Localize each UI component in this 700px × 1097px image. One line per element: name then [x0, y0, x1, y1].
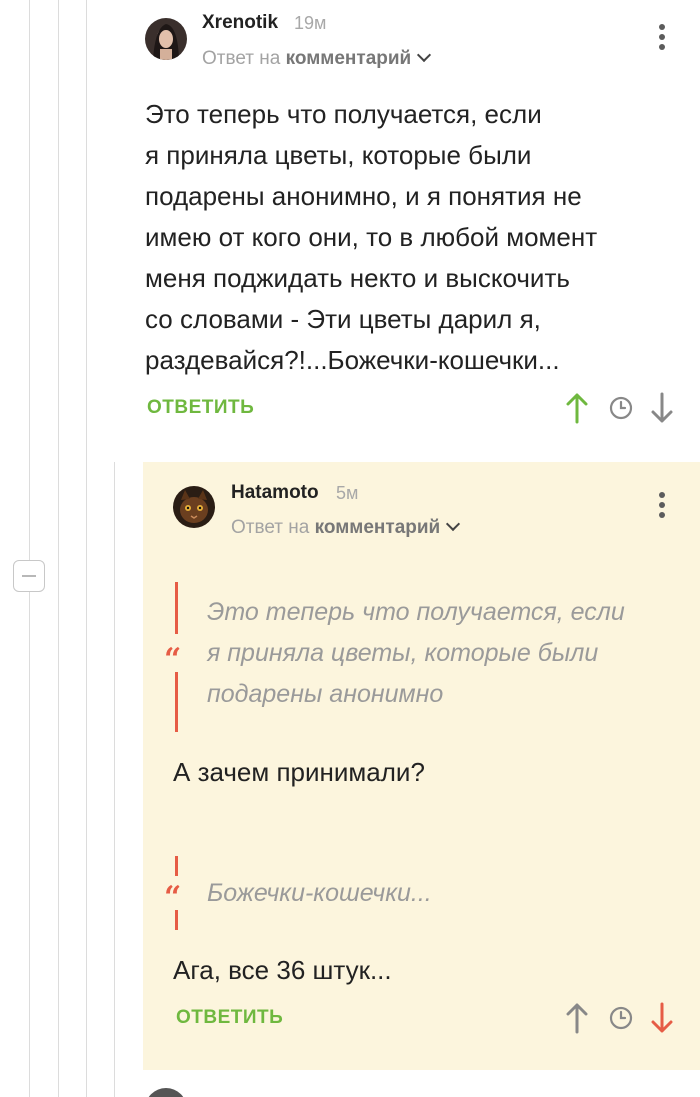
clock-icon[interactable]	[609, 396, 633, 420]
reply-to-link[interactable]: Ответ на комментарий	[231, 516, 461, 539]
comment-next-partial	[115, 1070, 700, 1097]
avatar[interactable]	[145, 1088, 187, 1097]
downvote-icon[interactable]	[650, 1002, 674, 1034]
more-options-icon[interactable]	[655, 24, 669, 54]
author-name[interactable]: Hatamoto	[231, 482, 319, 504]
reply-to-target: комментарий	[285, 48, 412, 69]
quote-icon: “	[164, 642, 182, 677]
comment: Xrenotik 19м Ответ на комментарий Это те…	[115, 0, 700, 462]
comment-time: 19м	[294, 13, 327, 33]
thread-line	[86, 0, 87, 1097]
reply-to-prefix: Ответ на	[231, 517, 310, 538]
thread-line	[58, 0, 59, 1097]
thread-line	[29, 0, 30, 1097]
comment-text: А зачем принимали?	[173, 757, 425, 787]
author-name[interactable]: Xrenotik	[202, 12, 278, 34]
collapse-thread-button[interactable]	[13, 560, 45, 592]
thread-line	[114, 462, 115, 1097]
avatar[interactable]	[173, 486, 215, 528]
quote-bar	[175, 910, 178, 930]
reply-to-link[interactable]: Ответ на комментарий	[202, 47, 432, 70]
comment-text: Ага, все 36 штук...	[173, 955, 392, 985]
comment-text: Это теперь что получается, если я принял…	[145, 99, 598, 375]
reply-button[interactable]: ОТВЕТИТЬ	[147, 397, 254, 419]
comment-reply: Hatamoto 5м Ответ на комментарий “ Это т…	[143, 462, 700, 1070]
quoted-text: Это теперь что получается, если я принял…	[207, 598, 625, 708]
chevron-down-icon	[417, 47, 432, 63]
clock-icon[interactable]	[609, 1006, 633, 1030]
more-options-icon[interactable]	[655, 492, 669, 522]
downvote-icon[interactable]	[650, 392, 674, 424]
quote-bar	[175, 856, 178, 876]
reply-button[interactable]: ОТВЕТИТЬ	[176, 1007, 283, 1029]
upvote-icon[interactable]	[565, 392, 589, 424]
avatar[interactable]	[145, 18, 187, 60]
comment-time: 5м	[336, 483, 359, 503]
reply-to-prefix: Ответ на	[202, 48, 281, 69]
quote-bar	[175, 672, 178, 732]
reply-to-target: комментарий	[314, 517, 441, 538]
quoted-text: Божечки-кошечки...	[207, 879, 432, 907]
upvote-icon[interactable]	[565, 1002, 589, 1034]
quote-bar	[175, 582, 178, 634]
chevron-down-icon	[446, 516, 461, 532]
quote-icon: “	[164, 880, 182, 915]
